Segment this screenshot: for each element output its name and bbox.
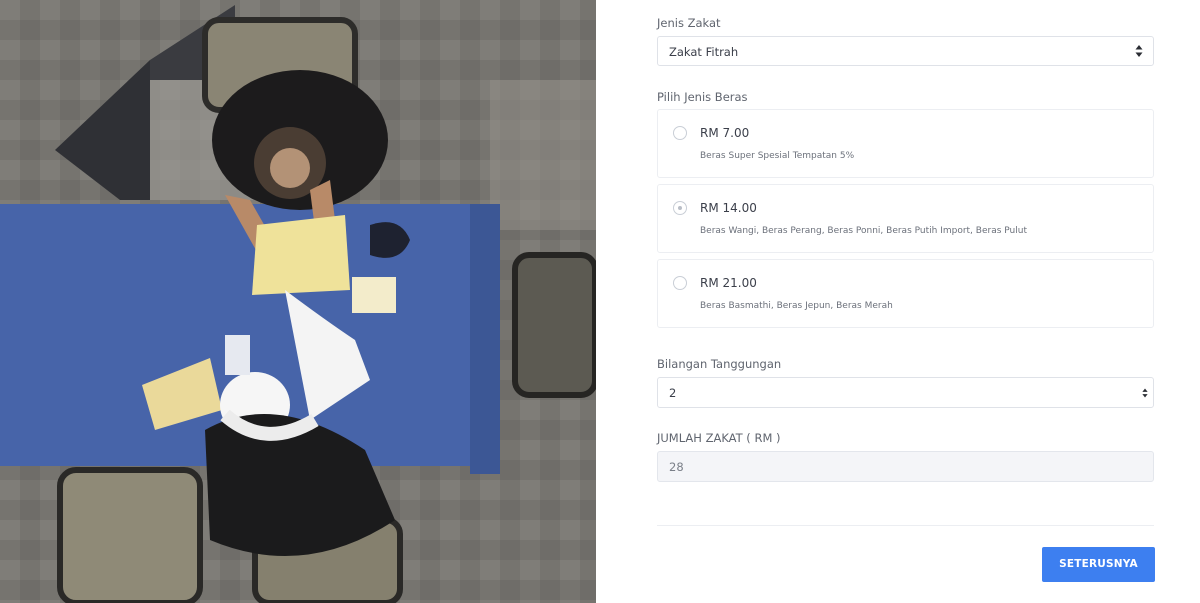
hero-photo xyxy=(0,0,596,603)
sort-caret-icon[interactable] xyxy=(1142,386,1148,400)
jumlah-zakat-value: 28 xyxy=(669,460,684,474)
seterusnya-button[interactable]: SETERUSNYA xyxy=(1042,547,1155,582)
tanggungan-value: 2 xyxy=(669,386,677,400)
zakat-counter-photo xyxy=(0,0,596,603)
beras-option-price: RM 14.00 xyxy=(700,201,757,215)
beras-option-price: RM 21.00 xyxy=(700,276,757,290)
tanggungan-label: Bilangan Tanggungan xyxy=(657,357,782,371)
jumlah-zakat-label: JUMLAH ZAKAT ( RM ) xyxy=(657,431,781,445)
beras-option-price: RM 7.00 xyxy=(700,126,750,140)
radio-button-icon[interactable] xyxy=(673,201,687,215)
jenis-zakat-label: Jenis Zakat xyxy=(657,16,721,30)
beras-option-description: Beras Basmathi, Beras Jepun, Beras Merah xyxy=(700,301,893,311)
beras-option-2[interactable]: RM 14.00 Beras Wangi, Beras Perang, Bera… xyxy=(657,184,1154,253)
beras-option-3[interactable]: RM 21.00 Beras Basmathi, Beras Jepun, Be… xyxy=(657,259,1154,328)
beras-option-description: Beras Super Spesial Tempatan 5% xyxy=(700,151,855,161)
form-divider xyxy=(657,525,1154,526)
tanggungan-stepper[interactable]: 2 xyxy=(657,377,1154,408)
jenis-zakat-value: Zakat Fitrah xyxy=(669,45,739,59)
radio-button-icon[interactable] xyxy=(673,276,687,290)
beras-option-1[interactable]: RM 7.00 Beras Super Spesial Tempatan 5% xyxy=(657,109,1154,178)
jenis-beras-label: Pilih Jenis Beras xyxy=(657,90,748,104)
jenis-zakat-select[interactable]: Zakat Fitrah xyxy=(657,36,1154,66)
jumlah-zakat-field: 28 xyxy=(657,451,1154,482)
sort-caret-icon xyxy=(1135,45,1143,57)
radio-button-icon[interactable] xyxy=(673,126,687,140)
beras-option-description: Beras Wangi, Beras Perang, Beras Ponni, … xyxy=(700,226,1027,236)
